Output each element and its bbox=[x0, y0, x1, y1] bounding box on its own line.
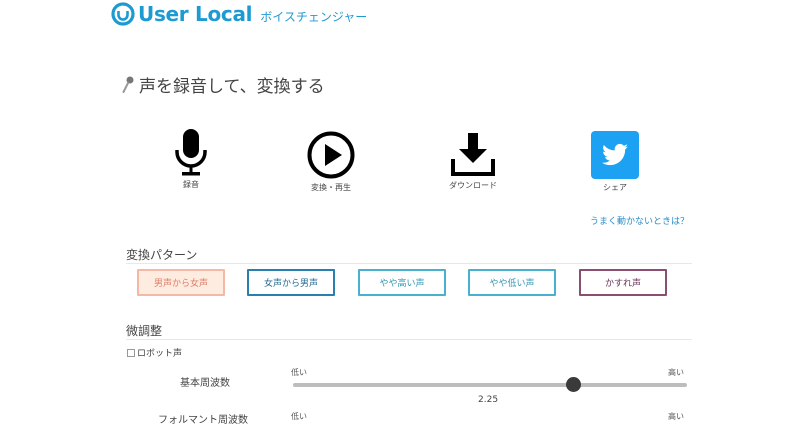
record-label: 録音 bbox=[183, 180, 199, 189]
fundamental-frequency-label: 基本周波数 bbox=[180, 378, 230, 389]
product-name: ボイスチェンジャー bbox=[260, 9, 368, 24]
pattern-hoarse-button[interactable]: かすれ声 bbox=[579, 269, 667, 296]
user-local-logo-icon bbox=[111, 2, 135, 26]
header: User Local ボイスチェンジャー bbox=[0, 0, 800, 42]
download-icon bbox=[451, 133, 495, 176]
download-label: ダウンロード bbox=[449, 181, 497, 190]
pattern-heading: 変換パターン bbox=[126, 248, 198, 262]
main-panel bbox=[108, 42, 692, 419]
help-link[interactable]: うまく動かないときは？ bbox=[590, 214, 689, 227]
fine-tune-heading: 微調整 bbox=[126, 324, 163, 338]
fine-tune-divider bbox=[126, 339, 692, 340]
share-button[interactable]: シェア bbox=[570, 131, 660, 193]
record-button[interactable]: 録音 bbox=[146, 128, 236, 190]
fundamental-frequency-value: 2.25 bbox=[478, 395, 499, 405]
fundamental-frequency-low-label: 低い bbox=[291, 368, 307, 377]
fundamental-frequency-slider[interactable] bbox=[293, 377, 687, 392]
pattern-divider bbox=[126, 263, 692, 264]
record-section-title: 声を録音して、変換する bbox=[122, 72, 325, 97]
pattern-female-to-male-button[interactable]: 女声から男声 bbox=[247, 269, 335, 296]
record-section-title-text: 声を録音して、変換する bbox=[139, 77, 325, 97]
download-button[interactable]: ダウンロード bbox=[428, 133, 518, 191]
play-circle-icon bbox=[307, 131, 355, 179]
share-label: シェア bbox=[603, 183, 627, 192]
formant-frequency-high-label: 高い bbox=[668, 412, 684, 421]
fundamental-frequency-high-label: 高い bbox=[668, 368, 684, 377]
pattern-male-to-female-button[interactable]: 男声から女声 bbox=[137, 269, 225, 296]
microphone-icon bbox=[122, 76, 134, 93]
play-button[interactable]: 変換・再生 bbox=[286, 131, 376, 193]
brand-name: User Local bbox=[138, 2, 253, 26]
twitter-icon bbox=[591, 131, 639, 179]
pattern-slightly-low-button[interactable]: やや低い声 bbox=[468, 269, 556, 296]
pattern-slightly-high-button[interactable]: やや高い声 bbox=[358, 269, 446, 296]
robot-voice-toggle[interactable]: ロボット声 bbox=[127, 346, 182, 359]
robot-voice-label: ロボット声 bbox=[137, 349, 183, 359]
microphone-icon bbox=[175, 129, 207, 176]
fundamental-frequency-slider-thumb[interactable] bbox=[565, 377, 581, 392]
robot-voice-checkbox[interactable] bbox=[127, 348, 135, 357]
play-label: 変換・再生 bbox=[311, 183, 351, 192]
formant-frequency-low-label: 低い bbox=[291, 412, 307, 421]
logo[interactable]: User Local ボイスチェンジャー bbox=[111, 2, 367, 26]
